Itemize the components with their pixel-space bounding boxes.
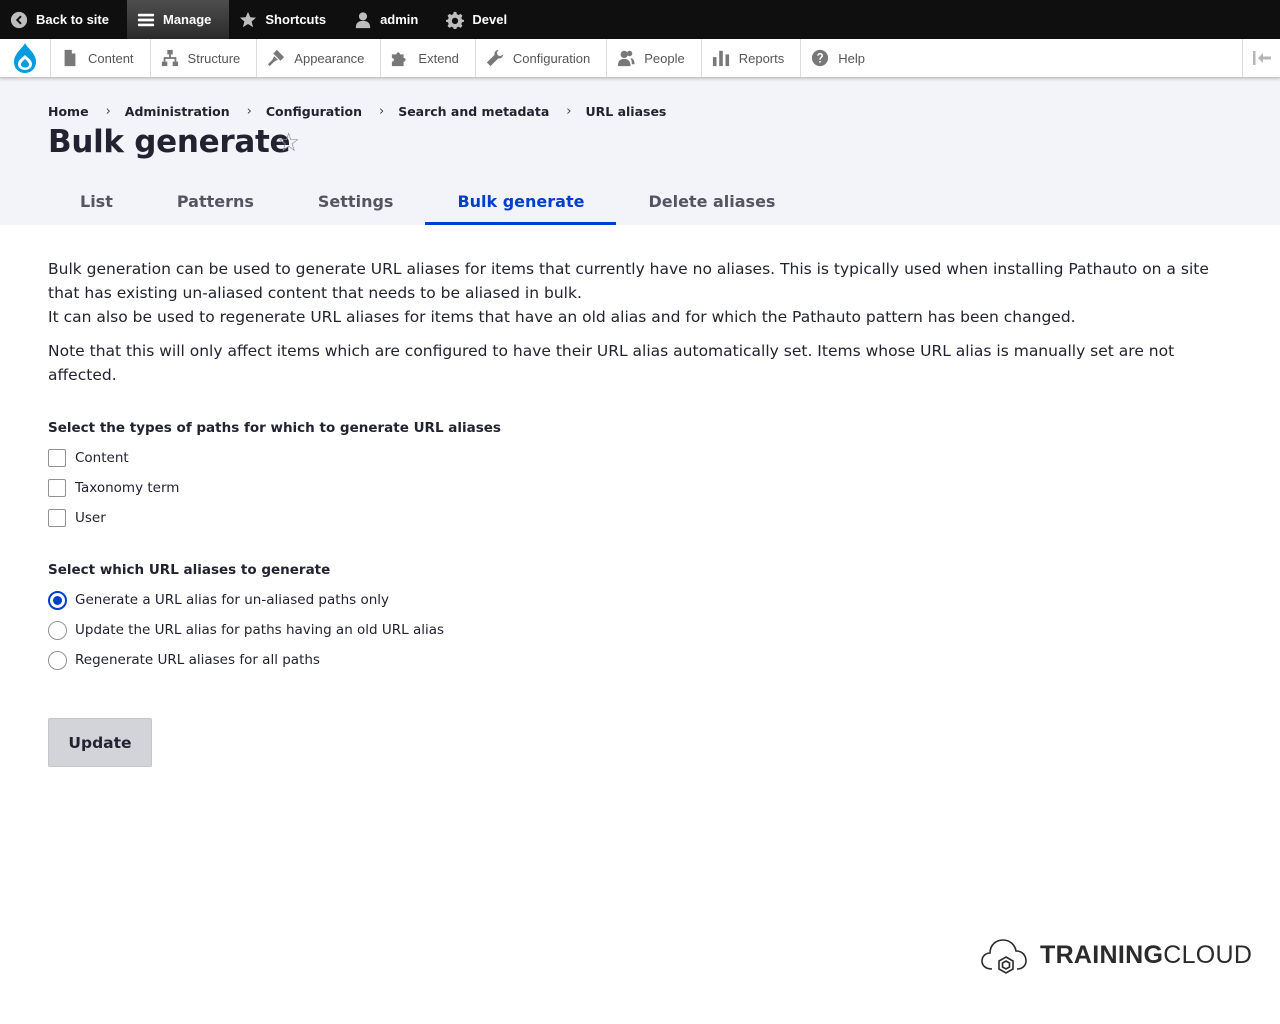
- action-update-option[interactable]: Update the URL alias for paths having an…: [48, 615, 1238, 645]
- help-icon: [812, 49, 829, 67]
- action-all-option[interactable]: Regenerate URL aliases for all paths: [48, 645, 1238, 675]
- action-update-radio[interactable]: [48, 620, 67, 640]
- back-arrow-icon: [10, 11, 28, 28]
- tray-item-help-label: Help: [838, 50, 865, 66]
- tab-list[interactable]: List: [48, 177, 145, 225]
- tray-orientation-toggle[interactable]: [1242, 39, 1280, 77]
- tab-bulk-generate[interactable]: Bulk generate: [425, 177, 617, 225]
- path-type-user-option[interactable]: User: [48, 503, 1238, 533]
- bar-chart-icon: [712, 50, 729, 67]
- toolbar-back-to-site[interactable]: Back to site: [0, 0, 127, 39]
- tray-item-configuration-label: Configuration: [512, 50, 591, 66]
- breadcrumb-separator: ›: [566, 104, 572, 119]
- tray-item-extend[interactable]: Extend: [380, 39, 474, 77]
- breadcrumb-configuration[interactable]: Configuration: [266, 104, 362, 119]
- user-icon: [355, 11, 371, 28]
- path-type-user-checkbox[interactable]: [48, 509, 66, 527]
- toolbar-user[interactable]: admin: [344, 0, 436, 39]
- action-all-radio[interactable]: [48, 650, 67, 670]
- watermark-text-light: CLOUD: [1163, 940, 1253, 969]
- tray-item-people[interactable]: People: [606, 39, 700, 77]
- breadcrumb-separator: ›: [105, 104, 111, 119]
- path-type-user-label: User: [75, 510, 106, 526]
- path-type-taxonomy-term-checkbox[interactable]: [48, 479, 66, 497]
- tab-patterns[interactable]: Patterns: [145, 177, 286, 225]
- primary-tabs: List Patterns Settings Bulk generate Del…: [48, 177, 807, 225]
- page-title: Bulk generate: [48, 124, 291, 160]
- breadcrumb-separator: ›: [378, 104, 385, 119]
- tray-item-extend-label: Extend: [418, 50, 459, 66]
- toolbar-shortcuts-label: Shortcuts: [265, 12, 327, 27]
- star-icon: [240, 11, 257, 27]
- action-update-label: Update the URL alias for paths having an…: [75, 622, 445, 638]
- tray-item-appearance-label: Appearance: [294, 50, 365, 66]
- alias-action-label: Select which URL aliases to generate: [48, 562, 331, 578]
- description-note: Note that this will only affect items wh…: [48, 342, 1175, 384]
- action-create-radio[interactable]: [48, 590, 67, 610]
- watermark-text: TRAININGCLOUD: [1040, 941, 1252, 970]
- path-type-taxonomy-term-option[interactable]: Taxonomy term: [48, 473, 1238, 503]
- toolbar-user-label: admin: [380, 12, 419, 27]
- tab-settings[interactable]: Settings: [286, 177, 426, 225]
- toolbar-back-to-site-label: Back to site: [36, 12, 109, 27]
- tray-item-reports-label: Reports: [738, 50, 785, 66]
- structure-icon: [161, 49, 178, 67]
- breadcrumb-separator: ›: [246, 104, 252, 119]
- path-type-content-label: Content: [75, 450, 129, 466]
- path-types-label: Select the types of paths for which to g…: [48, 420, 501, 436]
- breadcrumb: Home › Administration › Configuration › …: [48, 104, 666, 119]
- description-paragraph-2: It can also be used to regenerate URL al…: [48, 308, 1076, 326]
- toolbar-shortcuts[interactable]: Shortcuts: [229, 0, 344, 39]
- breadcrumb-url-aliases[interactable]: URL aliases: [585, 104, 666, 119]
- puzzle-icon: [392, 52, 407, 67]
- alias-action-fieldset: Select which URL aliases to generate Gen…: [48, 560, 1238, 675]
- tray-item-structure-label: Structure: [187, 50, 241, 66]
- trainingcloud-watermark: TRAININGCLOUD: [980, 935, 1252, 975]
- document-icon: [64, 49, 76, 67]
- path-type-content-checkbox[interactable]: [48, 449, 66, 467]
- action-all-label: Regenerate URL aliases for all paths: [75, 652, 320, 668]
- tray-item-content[interactable]: Content: [50, 39, 150, 77]
- wrench-icon: [486, 49, 504, 67]
- tab-delete-aliases[interactable]: Delete aliases: [616, 177, 807, 225]
- tray-item-reports[interactable]: Reports: [700, 39, 801, 77]
- path-type-content-option[interactable]: Content: [48, 443, 1238, 473]
- tray-spacer: [881, 39, 1242, 77]
- action-create-label: Generate a URL alias for un-aliased path…: [75, 592, 390, 608]
- gear-icon: [446, 11, 465, 29]
- add-to-shortcuts-star-icon[interactable]: ☆: [277, 130, 300, 156]
- toolbar-devel-label: Devel: [472, 12, 508, 27]
- toolbar-devel[interactable]: Devel: [436, 0, 525, 39]
- toolbar-manage-label: Manage: [162, 12, 212, 27]
- hamburger-icon: [137, 13, 155, 26]
- path-type-taxonomy-term-label: Taxonomy term: [75, 480, 180, 496]
- tray-item-content-label: Content: [88, 50, 134, 66]
- drupal-home-link[interactable]: [0, 39, 50, 77]
- cloud-logo-icon: [981, 939, 1027, 974]
- description: Bulk generation can be used to generate …: [48, 257, 1238, 387]
- tray-item-configuration[interactable]: Configuration: [474, 39, 606, 77]
- tray-item-people-label: People: [644, 50, 685, 66]
- toolbar-manage[interactable]: Manage: [126, 0, 230, 39]
- paintbrush-icon: [268, 49, 285, 67]
- tray-item-structure[interactable]: Structure: [149, 39, 257, 77]
- tray-item-help[interactable]: Help: [800, 39, 881, 77]
- action-create-option[interactable]: Generate a URL alias for un-aliased path…: [48, 585, 1238, 615]
- drupal-drop-icon: [14, 43, 36, 73]
- breadcrumb-home[interactable]: Home: [48, 104, 89, 119]
- main-content: Bulk generation can be used to generate …: [48, 257, 1238, 767]
- admin-tray: Content Structure Appearance Extend Conf…: [0, 39, 1280, 78]
- breadcrumb-administration[interactable]: Administration: [125, 104, 230, 119]
- admin-toolbar: Back to site Manage Shortcuts admin Deve…: [0, 0, 1280, 39]
- path-types-fieldset: Select the types of paths for which to g…: [48, 418, 1238, 533]
- tray-item-appearance[interactable]: Appearance: [256, 39, 380, 77]
- people-icon: [618, 50, 635, 67]
- watermark-text-bold: TRAINING: [1040, 940, 1164, 969]
- update-button[interactable]: Update: [48, 718, 152, 767]
- breadcrumb-search-and-metadata[interactable]: Search and metadata: [398, 104, 549, 119]
- description-paragraph-1: Bulk generation can be used to generate …: [48, 260, 1209, 302]
- collapse-left-icon: [1252, 51, 1271, 65]
- page-header: Home › Administration › Configuration › …: [0, 78, 1280, 225]
